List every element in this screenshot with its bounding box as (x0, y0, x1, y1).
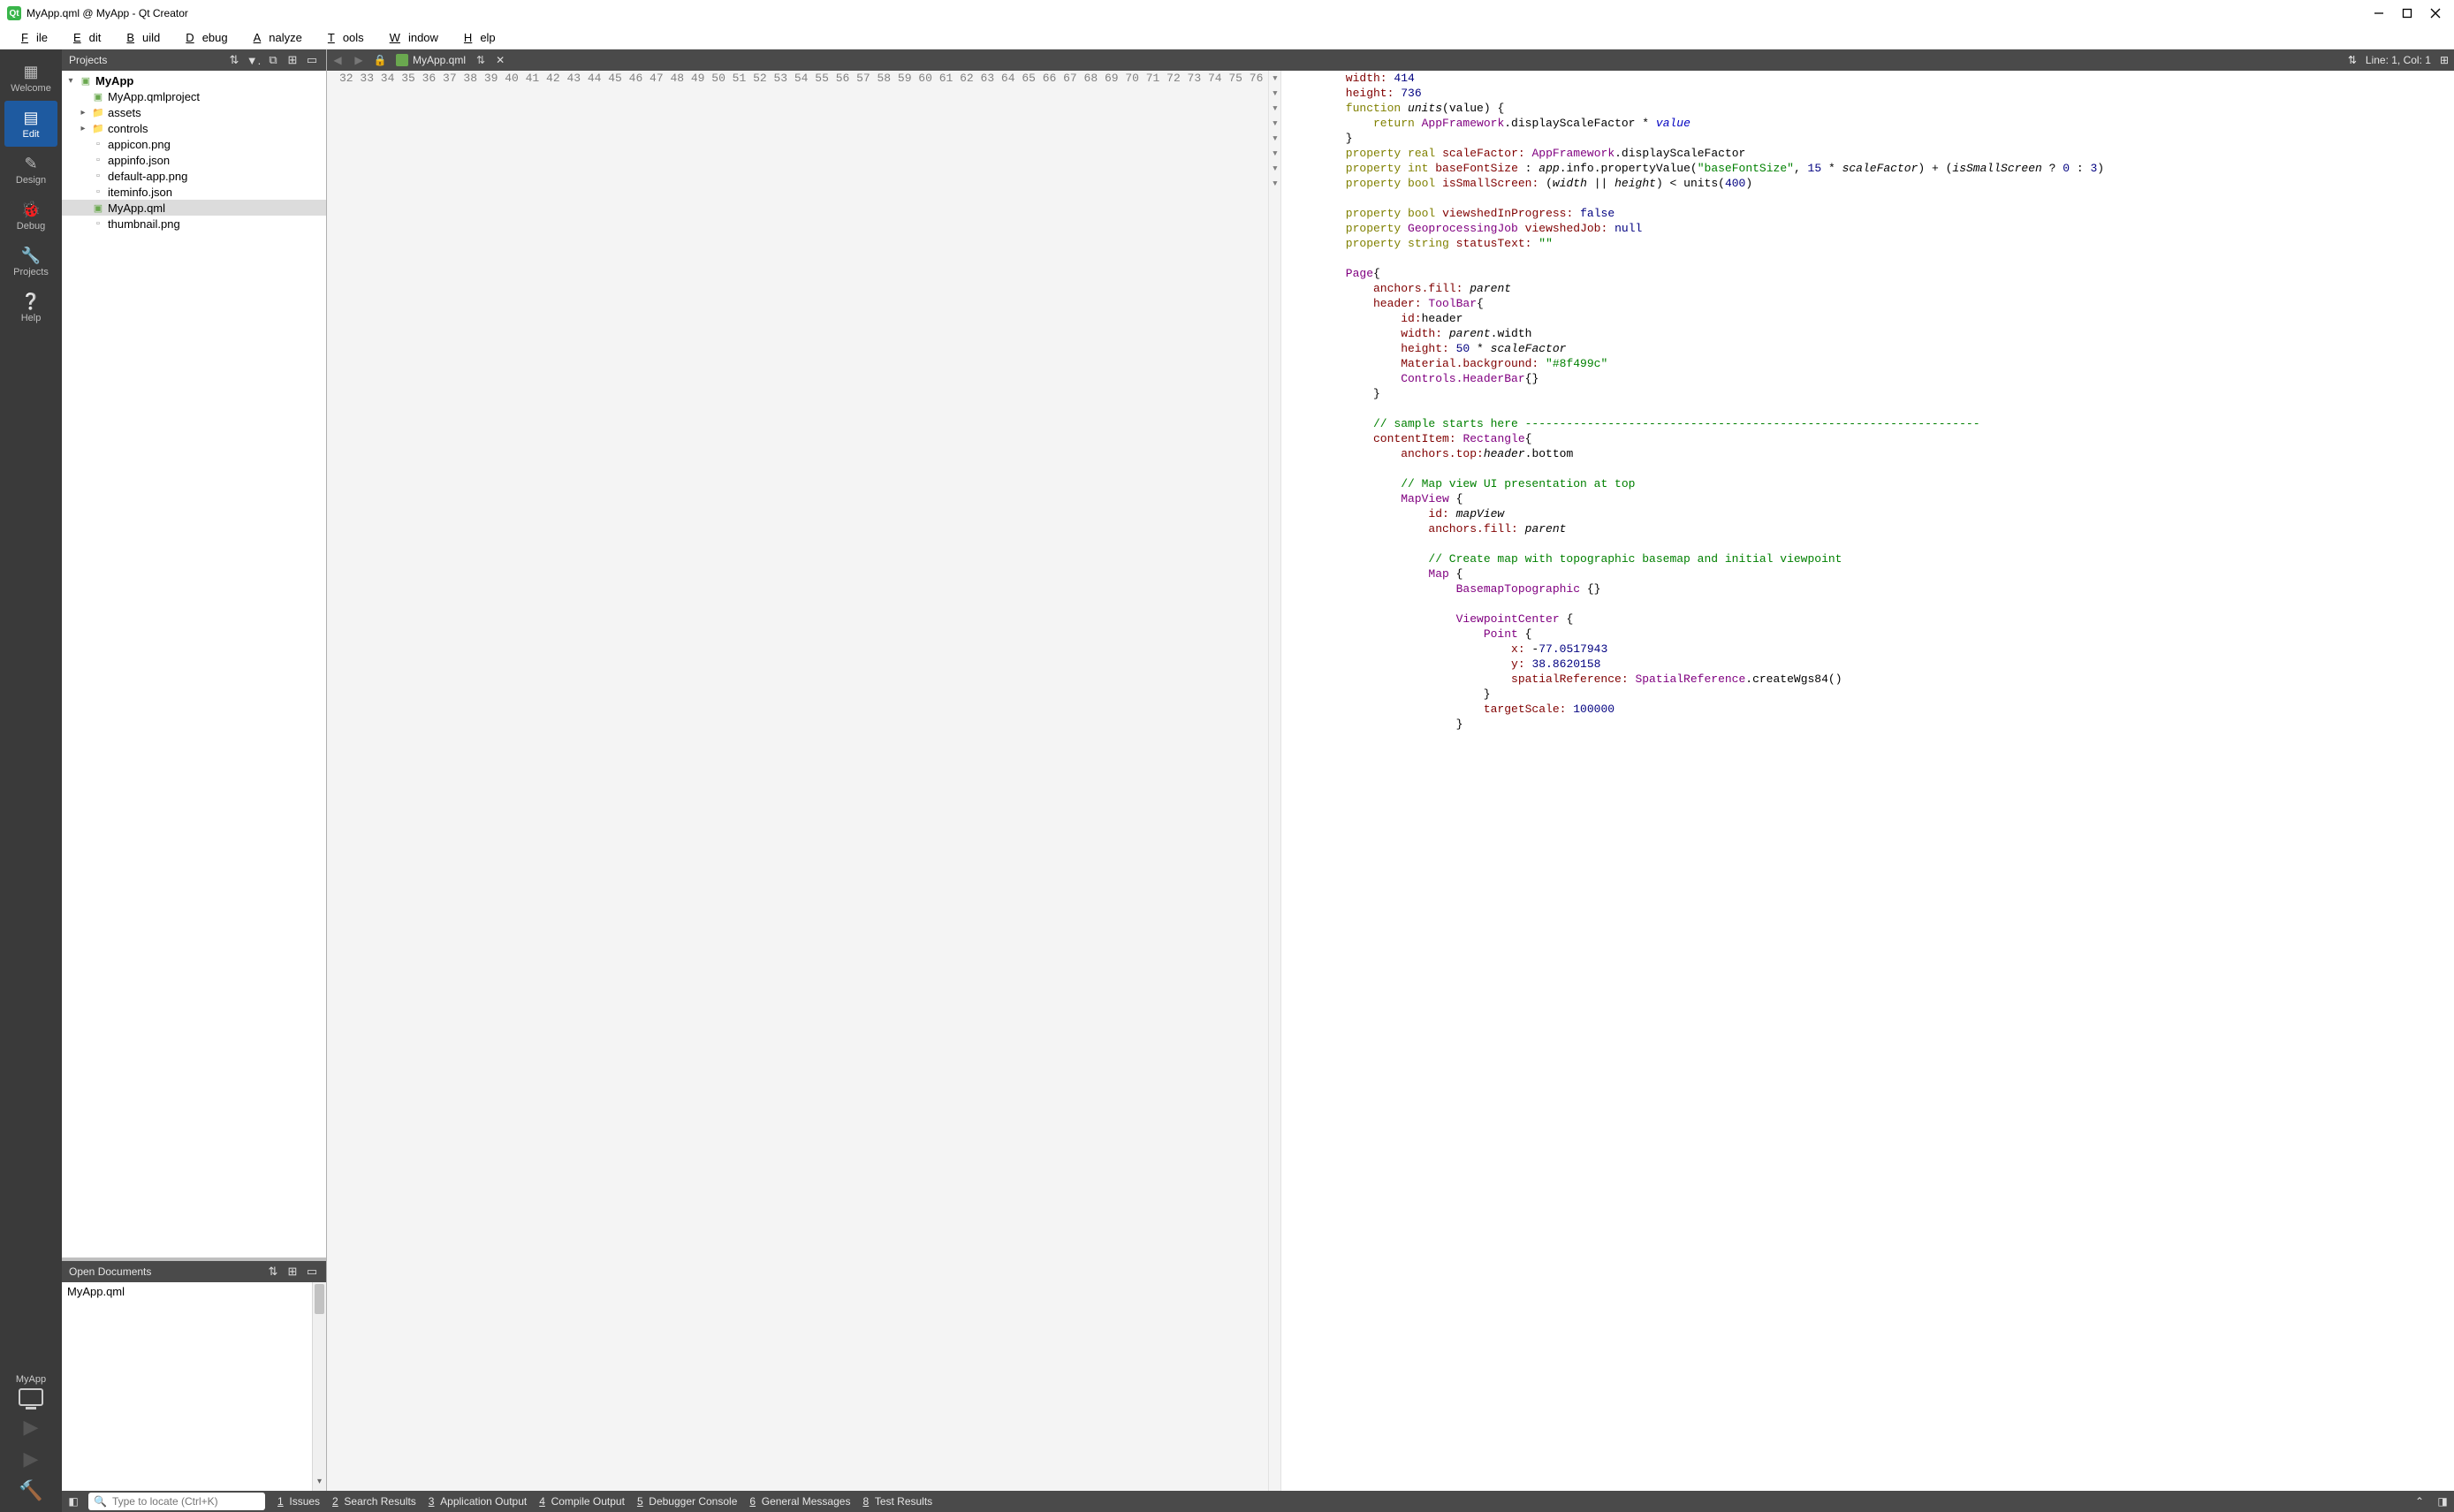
menu-analyze[interactable]: Analyze (238, 28, 310, 47)
output-tests[interactable]: 8 Test Results (862, 1495, 932, 1508)
mode-welcome[interactable]: ▦ Welcome (4, 55, 57, 101)
output-compile[interactable]: 4 Compile Output (539, 1495, 625, 1508)
wrench-icon: 🔧 (21, 247, 41, 265)
tree-item[interactable]: ▫appinfo.json (62, 152, 326, 168)
open-docs-dropdown[interactable]: ⇅ (266, 1265, 280, 1279)
code-editor[interactable]: 32 33 34 35 36 37 38 39 40 41 42 43 44 4… (327, 71, 2454, 1491)
menu-build[interactable]: Build (110, 28, 168, 47)
mode-welcome-label: Welcome (11, 83, 51, 94)
close-panel-icon[interactable]: ▭ (305, 53, 319, 67)
window-titlebar: Qt MyApp.qml @ MyApp - Qt Creator (0, 0, 2454, 27)
open-doc-item[interactable]: MyApp.qml (62, 1282, 326, 1301)
cursor-position[interactable]: Line: 1, Col: 1 (2366, 54, 2431, 66)
mode-bar: ▦Welcome ▤Edit ✎Design 🐞Debug 🔧Projects … (0, 49, 62, 1512)
bug-icon: 🐞 (21, 201, 41, 219)
open-docs-title: Open Documents (69, 1265, 151, 1278)
qml-file-icon (396, 54, 408, 66)
toggle-sidebar-button[interactable]: ◧ (62, 1495, 85, 1508)
mode-projects[interactable]: 🔧 Projects (4, 239, 57, 285)
kit-name: MyApp (8, 1374, 54, 1385)
run-button[interactable]: ▶ (19, 1415, 43, 1440)
minimize-button[interactable] (2373, 7, 2385, 19)
open-docs-scrollbar[interactable]: ▴ ▾ (312, 1282, 326, 1491)
menu-window[interactable]: Window (374, 28, 446, 47)
menu-bar: File Edit Build Debug Analyze Tools Wind… (0, 27, 2454, 49)
grid-icon: ▦ (23, 63, 38, 81)
maximize-button[interactable] (2401, 7, 2413, 19)
tree-item[interactable]: ▸📁controls (62, 120, 326, 136)
monitor-icon (19, 1388, 43, 1406)
locator-input[interactable] (112, 1495, 260, 1508)
open-docs-split-icon[interactable]: ⊞ (285, 1265, 300, 1279)
editor-tab-label: MyApp.qml (413, 54, 466, 66)
output-messages[interactable]: 6 General Messages (749, 1495, 850, 1508)
menu-edit[interactable]: Edit (57, 28, 109, 47)
tab-close-button[interactable]: ✕ (490, 54, 510, 66)
kit-selector[interactable]: MyApp (8, 1374, 54, 1409)
tree-item[interactable]: ▫default-app.png (62, 168, 326, 184)
output-search[interactable]: 2 Search Results (332, 1495, 416, 1508)
close-button[interactable] (2429, 7, 2442, 19)
project-tree[interactable]: ▾▣MyApp▣MyApp.qmlproject▸📁assets▸📁contro… (62, 71, 326, 1257)
locator[interactable]: 🔍 (88, 1493, 265, 1510)
line-number-gutter: 32 33 34 35 36 37 38 39 40 41 42 43 44 4… (327, 71, 1269, 1491)
build-button[interactable]: 🔨 (19, 1478, 43, 1503)
bottom-bar: ◧ 🔍 1 Issues 2 Search Results 3 Applicat… (62, 1491, 2454, 1512)
pencil-icon: ✎ (24, 155, 37, 173)
mode-debug[interactable]: 🐞 Debug (4, 193, 57, 239)
mode-help-label: Help (21, 313, 42, 323)
mode-debug-label: Debug (17, 221, 45, 232)
scroll-down-icon[interactable]: ▾ (313, 1477, 326, 1491)
link-icon[interactable]: ⧉ (266, 53, 280, 67)
filter-icon[interactable]: ▼. (247, 53, 261, 67)
menu-debug[interactable]: Debug (170, 28, 235, 47)
projects-selector-dropdown[interactable]: ⇅ (227, 53, 241, 67)
tree-item[interactable]: ▫thumbnail.png (62, 216, 326, 232)
menu-tools[interactable]: Tools (312, 28, 372, 47)
cursor-dropdown[interactable]: ⇅ (2348, 54, 2357, 66)
qtcreator-icon: Qt (7, 6, 21, 20)
run-debug-button[interactable]: ▶ (19, 1447, 43, 1471)
projects-panel-title: Projects (69, 54, 107, 66)
output-issues[interactable]: 1 Issues (277, 1495, 320, 1508)
output-debugger[interactable]: 5 Debugger Console (637, 1495, 737, 1508)
mode-design[interactable]: ✎ Design (4, 147, 57, 193)
projects-panel-header: Projects ⇅ ▼. ⧉ ⊞ ▭ (62, 49, 326, 71)
mode-projects-label: Projects (13, 267, 49, 277)
mode-help[interactable]: ❔ Help (4, 285, 57, 331)
nav-forward-button[interactable]: ▶ (348, 49, 369, 71)
help-icon: ❔ (21, 293, 41, 311)
fold-gutter[interactable]: ▾ ▾ ▾ ▾ ▾ ▾ ▾ ▾ (1269, 71, 1281, 1491)
mode-edit-label: Edit (23, 129, 40, 140)
tree-root[interactable]: ▾▣MyApp (62, 72, 326, 88)
editor-toolbar: ◀ ▶ 🔒 MyApp.qml ⇅ ✕ ⇅ Line: 1, Col: 1 ⊞ (327, 49, 2454, 71)
code-area[interactable]: width: 414 height: 736 function units(va… (1281, 71, 2454, 1491)
mode-edit[interactable]: ▤ Edit (4, 101, 57, 147)
tree-item[interactable]: ▣MyApp.qml (62, 200, 326, 216)
menu-help[interactable]: Help (448, 28, 504, 47)
toggle-right-sidebar-button[interactable]: ◨ (2431, 1495, 2454, 1508)
scroll-thumb[interactable] (315, 1284, 324, 1314)
editor-split-icon[interactable]: ⊞ (2440, 54, 2449, 66)
tree-item[interactable]: ▣MyApp.qmlproject (62, 88, 326, 104)
window-title: MyApp.qml @ MyApp - Qt Creator (27, 7, 188, 19)
open-docs-close-icon[interactable]: ▭ (305, 1265, 319, 1279)
open-docs-list[interactable]: MyApp.qml ▴ ▾ (62, 1282, 326, 1491)
edit-icon: ▤ (23, 109, 38, 127)
menu-file[interactable]: File (5, 28, 56, 47)
tree-item[interactable]: ▫iteminfo.json (62, 184, 326, 200)
nav-back-button[interactable]: ◀ (327, 49, 348, 71)
output-expand-icon[interactable]: ⌃ (2408, 1495, 2431, 1508)
open-docs-header: Open Documents ⇅ ⊞ ▭ (62, 1261, 326, 1282)
symbol-dropdown[interactable]: ⇅ (471, 54, 490, 66)
mode-design-label: Design (16, 175, 46, 186)
tree-item[interactable]: ▸📁assets (62, 104, 326, 120)
lock-icon[interactable]: 🔒 (369, 49, 391, 71)
search-icon: 🔍 (94, 1495, 107, 1508)
output-app[interactable]: 3 Application Output (429, 1495, 527, 1508)
tree-item[interactable]: ▫appicon.png (62, 136, 326, 152)
editor-tab[interactable]: MyApp.qml (391, 49, 471, 71)
split-icon[interactable]: ⊞ (285, 53, 300, 67)
